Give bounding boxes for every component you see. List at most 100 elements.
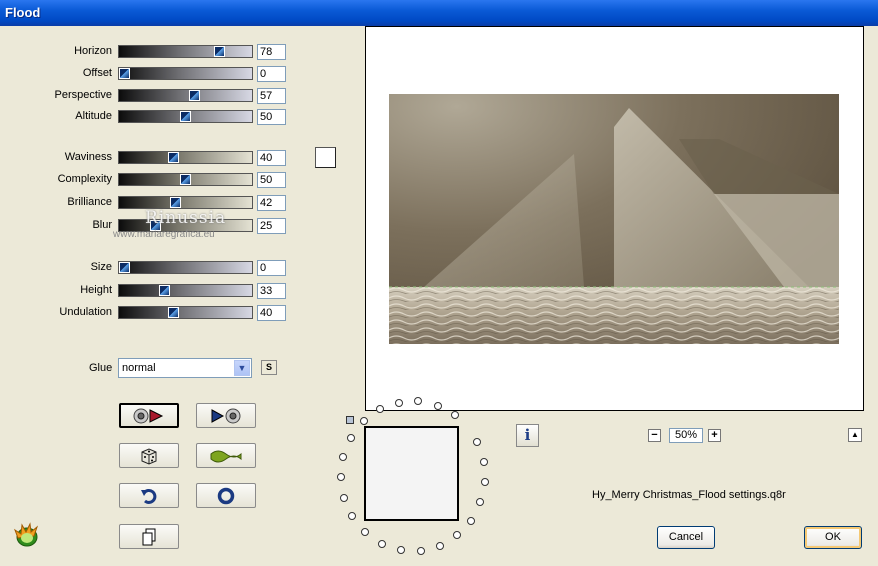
preset-dial-dot[interactable] <box>340 494 348 502</box>
slider-label: Altitude <box>75 110 112 122</box>
slider-thumb[interactable] <box>159 285 170 296</box>
preset-dial-dot[interactable] <box>480 458 488 466</box>
copy-icon <box>142 528 156 545</box>
slider-thumb[interactable] <box>168 152 179 163</box>
apply-to-preview-button[interactable] <box>196 403 256 428</box>
random-dice-icon <box>141 447 157 465</box>
slider-track-size[interactable] <box>118 261 253 274</box>
preset-dial-dot[interactable] <box>361 528 369 536</box>
slider-label: Undulation <box>59 306 112 318</box>
chevron-down-icon[interactable]: ▼ <box>234 360 250 376</box>
preset-preview-box[interactable] <box>364 426 459 521</box>
wave-icon <box>210 450 242 462</box>
preset-dial-selected[interactable] <box>346 416 354 424</box>
slider-thumb[interactable] <box>180 111 191 122</box>
preset-dial-dot[interactable] <box>348 512 356 520</box>
slider-value-input[interactable]: 0 <box>257 260 286 276</box>
glue-select[interactable]: normal ▼ <box>118 358 252 378</box>
slider-row-offset: Offset 0 <box>0 66 300 82</box>
slider-row-horizon: Horizon 78 <box>0 44 300 60</box>
slider-row-complexity: Complexity 50 <box>0 172 300 188</box>
slider-value-input[interactable]: 42 <box>257 195 286 211</box>
random-button[interactable] <box>119 443 179 468</box>
ok-button[interactable]: OK <box>804 526 862 549</box>
preset-dial-dot[interactable] <box>378 540 386 548</box>
reset-icon <box>217 487 235 504</box>
undo-button[interactable] <box>119 483 179 508</box>
slider-value-input[interactable]: 78 <box>257 44 286 60</box>
slider-thumb[interactable] <box>170 197 181 208</box>
apply-to-original-button[interactable] <box>119 403 179 428</box>
preset-dial-dot[interactable] <box>473 438 481 446</box>
slider-label: Height <box>80 284 112 296</box>
title-bar: Flood <box>0 0 878 26</box>
slider-track-altitude[interactable] <box>118 110 253 123</box>
preset-dial-dot[interactable] <box>481 478 489 486</box>
slider-value-input[interactable]: 50 <box>257 109 286 125</box>
slider-thumb[interactable] <box>168 307 179 318</box>
slider-thumb[interactable] <box>119 68 130 79</box>
slider-track-height[interactable] <box>118 284 253 297</box>
watermark-url: www.mariaregrafica.eu <box>113 229 215 240</box>
preset-dial-dot[interactable] <box>467 517 475 525</box>
slider-track-horizon[interactable] <box>118 45 253 58</box>
preset-dial-dot[interactable] <box>434 402 442 410</box>
slider-value-input[interactable]: 25 <box>257 218 286 234</box>
color-swatch[interactable] <box>315 147 336 168</box>
preview-image[interactable] <box>389 94 839 344</box>
wave-button[interactable] <box>196 443 256 468</box>
zoom-out-button[interactable]: − <box>648 429 661 442</box>
preset-dial-dot[interactable] <box>347 434 355 442</box>
preset-dial-dot[interactable] <box>453 531 461 539</box>
info-button[interactable]: i <box>516 424 539 447</box>
preset-dial-dot[interactable] <box>337 473 345 481</box>
slider-value-input[interactable]: 50 <box>257 172 286 188</box>
slider-track-offset[interactable] <box>118 67 253 80</box>
app-logo-icon <box>13 522 39 547</box>
copy-button[interactable] <box>119 524 179 549</box>
apply-to-original-icon <box>133 408 164 423</box>
slider-track-waviness[interactable] <box>118 151 253 164</box>
slider-thumb[interactable] <box>180 174 191 185</box>
slider-track-undulation[interactable] <box>118 306 253 319</box>
slider-thumb[interactable] <box>119 262 130 273</box>
slider-track-perspective[interactable] <box>118 89 253 102</box>
slider-label: Offset <box>82 67 112 79</box>
cancel-button[interactable]: Cancel <box>657 526 715 549</box>
slider-value-input[interactable]: 0 <box>257 66 286 82</box>
zoom-level[interactable]: 50% <box>669 428 703 443</box>
preset-dial-dot[interactable] <box>395 399 403 407</box>
preset-dial-dot[interactable] <box>360 417 368 425</box>
slider-value-input[interactable]: 33 <box>257 283 286 299</box>
slider-row-perspective: Perspective 57 <box>0 88 300 104</box>
slider-label: Waviness <box>64 151 112 163</box>
preset-dial-dot[interactable] <box>376 405 384 413</box>
collapse-up-button[interactable]: ▲ <box>848 428 862 442</box>
slider-row-undulation: Undulation 40 <box>0 305 300 321</box>
slider-label: Size <box>90 261 112 273</box>
preset-dial-dot[interactable] <box>339 453 347 461</box>
glue-s-button[interactable]: S <box>261 360 277 375</box>
preset-dial-dot[interactable] <box>476 498 484 506</box>
preset-dial-dot[interactable] <box>397 546 405 554</box>
preset-dial-dot[interactable] <box>451 411 459 419</box>
slider-label: Brilliance <box>67 196 112 208</box>
slider-row-altitude: Altitude 50 <box>0 109 300 125</box>
slider-thumb[interactable] <box>189 90 200 101</box>
slider-row-height: Height 33 <box>0 283 300 299</box>
slider-label: Blur <box>92 219 112 231</box>
preset-dial-dot[interactable] <box>436 542 444 550</box>
slider-value-input[interactable]: 57 <box>257 88 286 104</box>
slider-value-input[interactable]: 40 <box>257 305 286 321</box>
preset-dial-dot[interactable] <box>417 547 425 555</box>
slider-value-input[interactable]: 40 <box>257 150 286 166</box>
slider-label: Complexity <box>57 173 112 185</box>
preset-dial-dot[interactable] <box>414 397 422 405</box>
slider-track-complexity[interactable] <box>118 173 253 186</box>
slider-row-waviness: Waviness 40 <box>0 150 300 166</box>
zoom-in-button[interactable]: + <box>708 429 721 442</box>
window-title: Flood <box>5 5 41 20</box>
slider-thumb[interactable] <box>214 46 225 57</box>
reset-button[interactable] <box>196 483 256 508</box>
watermark-name: Rinussia <box>145 208 227 228</box>
